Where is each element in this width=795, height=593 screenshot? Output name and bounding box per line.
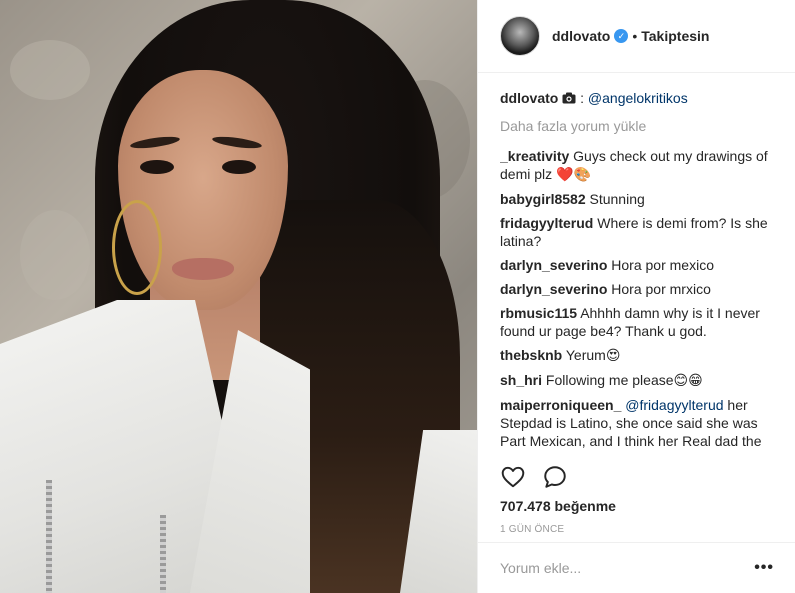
post-panel: ddlovato ✓ • Takiptesin ddlovato : @ange… — [477, 0, 795, 593]
follow-status-button[interactable]: Takiptesin — [641, 28, 709, 44]
comment-username[interactable]: fridagyylterud — [500, 215, 593, 231]
caption: ddlovato : @angelokritikos — [500, 89, 780, 107]
lips — [172, 258, 234, 280]
comment: sh_hri Following me please😊😁 — [500, 371, 780, 390]
comment: thebsknb Yerum😍 — [500, 346, 780, 365]
zipper — [46, 480, 52, 593]
comment: rbmusic115 Ahhhh damn why is it I never … — [500, 304, 780, 340]
post-timestamp[interactable]: 1 GÜN ÖNCE — [500, 524, 564, 535]
hoop-earring — [112, 200, 162, 295]
comment-username[interactable]: _kreativity — [500, 148, 569, 164]
comment-username[interactable]: darlyn_severino — [500, 257, 607, 273]
comment-username[interactable]: rbmusic115 — [500, 305, 577, 321]
comment: _kreativity Guys check out my drawings o… — [500, 147, 780, 184]
comment-input[interactable] — [500, 560, 730, 576]
comment-username[interactable]: darlyn_severino — [500, 281, 607, 297]
post-header: ddlovato ✓ • Takiptesin — [478, 0, 795, 73]
avatar[interactable] — [500, 16, 540, 56]
comment-text: Hora por mexico — [611, 257, 714, 273]
load-more-comments[interactable]: Daha fazla yorum yükle — [500, 117, 780, 135]
post-photo[interactable] — [0, 0, 477, 593]
comments-list[interactable]: ddlovato : @angelokritikos Daha fazla yo… — [500, 89, 780, 454]
author-username[interactable]: ddlovato — [552, 28, 610, 44]
likes-count[interactable]: 707.478 beğenme — [500, 498, 616, 514]
caption-colon: : — [580, 90, 585, 106]
comment-username[interactable]: sh_hri — [500, 372, 542, 388]
comment-emoji: 😊😁 — [673, 373, 703, 389]
comment-text: Stunning — [589, 191, 645, 207]
comment: babygirl8582 Stunning — [500, 190, 780, 208]
comment-username[interactable]: babygirl8582 — [500, 191, 586, 207]
comment-emoji: 😍 — [605, 348, 621, 364]
left-eye — [140, 160, 174, 174]
comment-text: Following me please — [545, 372, 674, 388]
heart-icon[interactable] — [500, 464, 526, 495]
comment-icon[interactable] — [542, 464, 568, 495]
wall-texture — [20, 210, 90, 300]
right-eye — [222, 160, 256, 174]
zipper — [160, 515, 166, 593]
comment-mention[interactable]: @fridagyylterud — [625, 397, 723, 413]
wall-texture — [10, 40, 90, 100]
more-options-button[interactable]: ••• — [754, 559, 774, 577]
comment: darlyn_severino Hora por mrxico — [500, 280, 780, 298]
camera-icon — [562, 90, 580, 106]
caption-username[interactable]: ddlovato — [500, 90, 558, 106]
separator-dot: • — [632, 28, 638, 44]
post-actions — [500, 464, 568, 495]
comment-text: Yerum — [565, 347, 606, 363]
comment-username[interactable]: maiperroniqueen_ — [500, 397, 621, 413]
comment: darlyn_severino Hora por mexico — [500, 256, 780, 274]
caption-mention[interactable]: @angelokritikos — [588, 90, 688, 106]
comment: fridagyylterud Where is demi from? Is sh… — [500, 214, 780, 250]
add-comment-bar: ••• — [478, 542, 795, 593]
comment: maiperroniqueen_ @fridagyylterud her Ste… — [500, 396, 780, 454]
comment-text: Hora por mrxico — [611, 281, 711, 297]
verified-icon: ✓ — [614, 29, 629, 43]
comment-username[interactable]: thebsknb — [500, 347, 562, 363]
comment-emoji: ❤️🎨 — [556, 167, 591, 183]
